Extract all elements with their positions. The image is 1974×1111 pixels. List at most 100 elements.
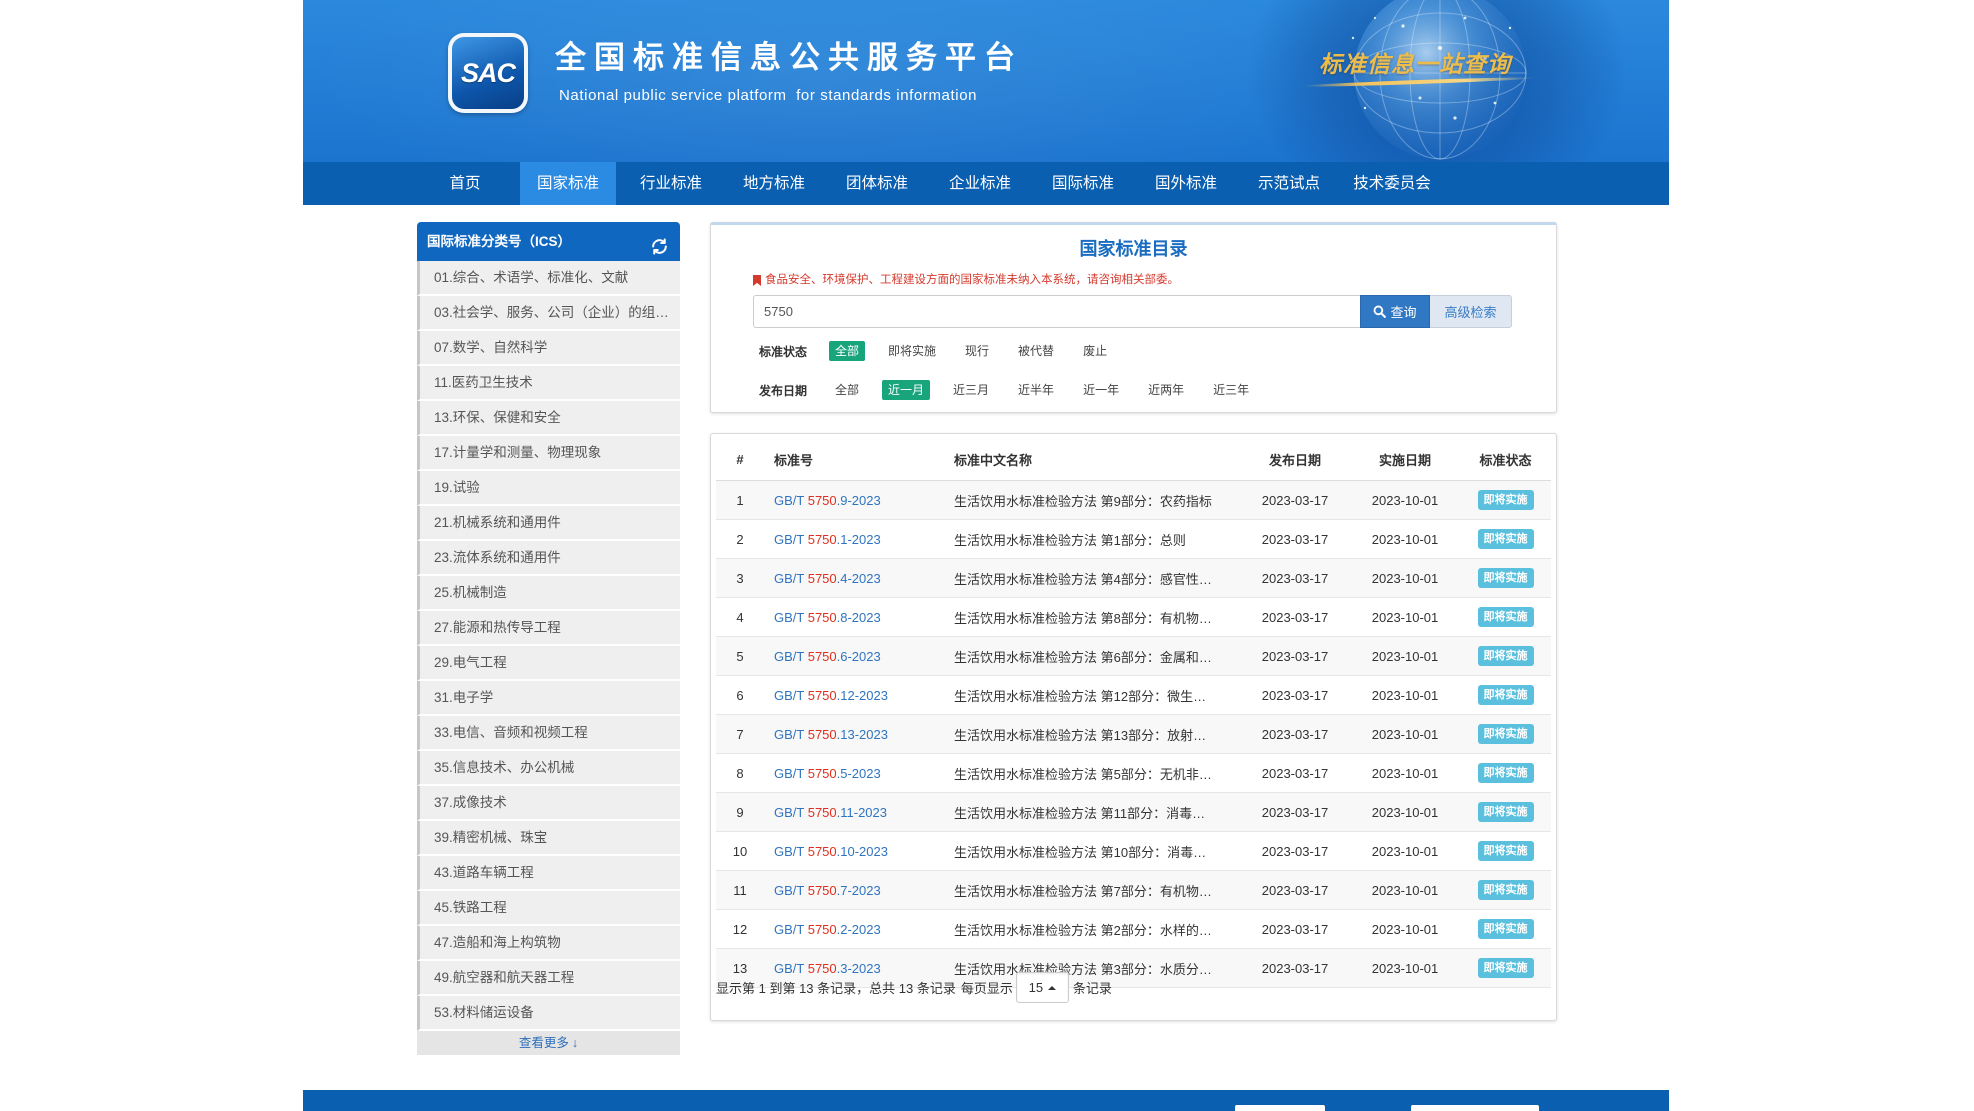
- sidebar-category-item[interactable]: 29.电气工程: [417, 646, 680, 681]
- page-size-select[interactable]: 15: [1015, 972, 1069, 1003]
- catalog-title: 国家标准目录: [1079, 239, 1188, 259]
- sidebar-category-item[interactable]: 53.材料储运设备: [417, 996, 680, 1031]
- sidebar-category-item[interactable]: 17.计量学和测量、物理现象: [417, 436, 680, 471]
- sac-logo[interactable]: SAC: [448, 33, 528, 113]
- view-more-link[interactable]: 查看更多 ↓: [417, 1031, 680, 1055]
- standard-number-link[interactable]: GB/T 5750.13-2023: [774, 727, 888, 742]
- standard-suffix: .9-2023: [836, 492, 881, 508]
- sidebar-category-item[interactable]: 01.综合、术语学、标准化、文献: [417, 261, 680, 296]
- nav-tab[interactable]: 技术委员会: [1344, 162, 1440, 205]
- status-badge: 即将实施: [1477, 724, 1534, 744]
- standard-number-link[interactable]: GB/T 5750.4-2023: [774, 571, 881, 586]
- sidebar-category-item[interactable]: 21.机械系统和通用件: [417, 506, 680, 541]
- sidebar-category-item[interactable]: 35.信息技术、办公机械: [417, 751, 680, 786]
- sidebar-category-item[interactable]: 31.电子学: [417, 681, 680, 716]
- sidebar-category-item[interactable]: 39.精密机械、珠宝: [417, 821, 680, 856]
- standard-name: 生活饮用水标准检验方法 第10部分：消毒…: [944, 831, 1240, 871]
- nav-tab[interactable]: 企业标准: [932, 162, 1028, 205]
- standard-number-cell: GB/T 5750.12-2023: [764, 675, 944, 715]
- filter-row: 发布日期 全部 近一月 近三月 近半年 近一年 近两年 近三年: [711, 380, 1556, 400]
- ics-sidebar: 国际标准分类号（ICS） 01.综合、术语学、标准化、文献 03.社会学、服务、公…: [417, 222, 680, 1055]
- standard-suffix: .10-2023: [836, 843, 888, 859]
- sidebar-category-item[interactable]: 33.电信、音频和视频工程: [417, 716, 680, 751]
- sidebar-category-item[interactable]: 49.航空器和航天器工程: [417, 961, 680, 996]
- table-header-row: # 标准号 标准中文名称 发布日期 实施日期 标准状态: [716, 438, 1551, 481]
- search-highlight: 5750: [807, 882, 837, 898]
- standard-name: 生活饮用水标准检验方法 第1部分：总则: [944, 519, 1240, 559]
- filter-option[interactable]: 全部: [829, 380, 865, 400]
- nav-tab[interactable]: 地方标准: [726, 162, 822, 205]
- sidebar-category-item[interactable]: 45.铁路工程: [417, 891, 680, 926]
- status-badge: 即将实施: [1477, 529, 1534, 549]
- search-input[interactable]: [753, 295, 1360, 328]
- table-row: 6 GB/T 5750.12-2023 生活饮用水标准检验方法 第12部分：微生… 2…: [716, 675, 1551, 715]
- standard-name: 生活饮用水标准检验方法 第2部分：水样的…: [944, 909, 1240, 949]
- standard-prefix: GB/T: [774, 843, 808, 859]
- sidebar-category-item[interactable]: 23.流体系统和通用件: [417, 541, 680, 576]
- nav-tab[interactable]: 行业标准: [623, 162, 719, 205]
- standard-prefix: GB/T: [774, 921, 808, 937]
- search-panel: 国家标准目录 食品安全、环境保护、工程建设方面的国家标准未纳入本系统，请咨询相关…: [710, 222, 1557, 413]
- filter-option[interactable]: 近两年: [1142, 380, 1190, 400]
- status-badge: 即将实施: [1477, 919, 1534, 939]
- nav-tab[interactable]: 示范试点: [1241, 162, 1337, 205]
- site-title: 全国标准信息公共服务平台: [555, 40, 1023, 75]
- standard-name: 生活饮用水标准检验方法 第11部分：消毒…: [944, 792, 1240, 832]
- table-row: 10 GB/T 5750.10-2023 生活饮用水标准检验方法 第10部分：消毒……: [716, 831, 1551, 871]
- standard-number-link[interactable]: GB/T 5750.8-2023: [774, 610, 881, 625]
- row-number: 3: [716, 558, 764, 598]
- standard-suffix: .4-2023: [836, 570, 881, 586]
- refresh-icon[interactable]: [650, 232, 669, 255]
- standard-name: 生活饮用水标准检验方法 第6部分：金属和…: [944, 636, 1240, 676]
- filter-option[interactable]: 近半年: [1012, 380, 1060, 400]
- standard-number-link[interactable]: GB/T 5750.10-2023: [774, 844, 888, 859]
- sidebar-category-item[interactable]: 47.造船和海上构筑物: [417, 926, 680, 961]
- nav-tab[interactable]: 国家标准: [520, 162, 616, 205]
- sidebar-category-item[interactable]: 43.道路车辆工程: [417, 856, 680, 891]
- nav-tab[interactable]: 国际标准: [1035, 162, 1131, 205]
- publish-date: 2023-03-17: [1240, 480, 1350, 520]
- filter-option[interactable]: 现行: [959, 341, 995, 361]
- nav-tab[interactable]: 团体标准: [829, 162, 925, 205]
- filter-option[interactable]: 全部: [829, 341, 866, 361]
- standard-number-cell: GB/T 5750.11-2023: [764, 792, 944, 832]
- standard-number-cell: GB/T 5750.2-2023: [764, 909, 944, 949]
- advanced-search-button[interactable]: 高级检索: [1430, 295, 1512, 328]
- standard-number-link[interactable]: GB/T 5750.9-2023: [774, 493, 881, 508]
- sidebar-category-item[interactable]: 07.数学、自然科学: [417, 331, 680, 366]
- sidebar-category-item[interactable]: 11.医药卫生技术: [417, 366, 680, 401]
- standard-number-link[interactable]: GB/T 5750.7-2023: [774, 883, 881, 898]
- filter-option[interactable]: 废止: [1077, 341, 1113, 361]
- filter-option[interactable]: 近三月: [947, 380, 995, 400]
- filter-option[interactable]: 即将实施: [882, 341, 942, 361]
- status-badge: 即将实施: [1477, 568, 1534, 588]
- sidebar-category-item[interactable]: 27.能源和热传导工程: [417, 611, 680, 646]
- standard-number-link[interactable]: GB/T 5750.5-2023: [774, 766, 881, 781]
- nav-tab[interactable]: 国外标准: [1138, 162, 1234, 205]
- standard-number-link[interactable]: GB/T 5750.6-2023: [774, 649, 881, 664]
- standard-number-link[interactable]: GB/T 5750.11-2023: [774, 805, 887, 820]
- sidebar-category-item[interactable]: 03.社会学、服务、公司（企业）的组…: [417, 296, 680, 331]
- publish-date: 2023-03-17: [1240, 714, 1350, 754]
- site-subtitle: National public service platform for sta…: [559, 87, 978, 104]
- sidebar-category-item[interactable]: 19.试验: [417, 471, 680, 506]
- filter-option[interactable]: 近一年: [1077, 380, 1125, 400]
- filter-option[interactable]: 近一月: [882, 380, 931, 400]
- search-button[interactable]: 查询: [1360, 295, 1430, 328]
- status-badge: 即将实施: [1477, 802, 1534, 822]
- standard-number-link[interactable]: GB/T 5750.1-2023: [774, 532, 881, 547]
- publish-date: 2023-03-17: [1240, 831, 1350, 871]
- sidebar-category-item[interactable]: 13.环保、保健和安全: [417, 401, 680, 436]
- filter-label: 发布日期: [759, 383, 808, 398]
- standard-number-link[interactable]: GB/T 5750.12-2023: [774, 688, 888, 703]
- status-badge: 即将实施: [1477, 646, 1534, 666]
- row-number: 12: [716, 909, 764, 949]
- filter-option[interactable]: 近三年: [1207, 380, 1255, 400]
- nav-tab[interactable]: 首页: [417, 162, 513, 205]
- sidebar-header: 国际标准分类号（ICS）: [417, 222, 680, 261]
- status-cell: 即将实施: [1460, 597, 1551, 637]
- sidebar-category-item[interactable]: 25.机械制造: [417, 576, 680, 611]
- sidebar-category-item[interactable]: 37.成像技术: [417, 786, 680, 821]
- filter-option[interactable]: 被代替: [1012, 341, 1060, 361]
- standard-number-link[interactable]: GB/T 5750.2-2023: [774, 922, 881, 937]
